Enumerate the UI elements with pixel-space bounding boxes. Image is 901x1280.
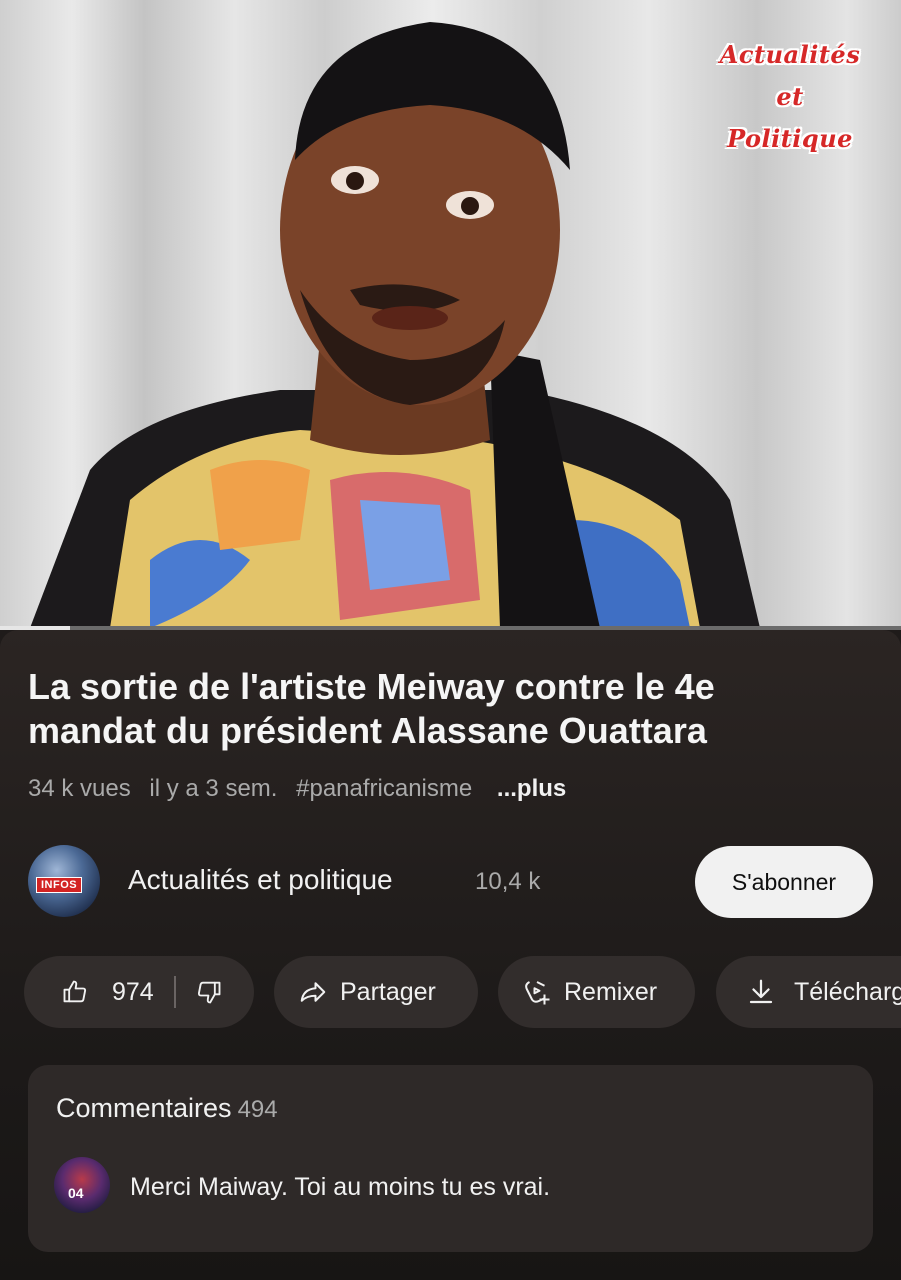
channel-name[interactable]: Actualités et politique — [128, 864, 393, 896]
download-button[interactable]: Télécharger — [716, 956, 901, 1028]
top-comment-text: Merci Maiway. Toi au moins tu es vrai. — [130, 1173, 551, 1201]
share-label: Partager — [340, 977, 436, 1006]
share-button[interactable]: Partager — [274, 956, 478, 1028]
commenter-avatar[interactable]: 04 — [54, 1157, 110, 1213]
channel-avatar[interactable]: INFOS — [28, 845, 100, 917]
watermark-line-3: Politique — [727, 124, 853, 153]
comments-header: Commentaires 494 — [56, 1093, 278, 1124]
channel-watermark: Actualités et Politique — [695, 34, 885, 160]
like-count[interactable]: 974 — [112, 978, 154, 1007]
video-title[interactable]: La sortie de l'artiste Meiway contre le … — [28, 665, 868, 753]
watermark-line-2: et — [776, 82, 804, 111]
remix-label: Remixer — [564, 977, 658, 1006]
more-link[interactable]: ...plus — [497, 775, 566, 802]
remix-icon — [522, 977, 552, 1007]
hashtag-link[interactable]: #panafricanisme — [296, 775, 472, 802]
video-metadata[interactable]: 34 k vues il y a 3 sem. #panafricanisme … — [28, 775, 578, 803]
comments-count: 494 — [237, 1096, 278, 1123]
view-count: 34 k vues — [28, 775, 131, 802]
thumbs-down-icon[interactable] — [194, 977, 224, 1007]
like-dislike-divider — [173, 976, 176, 1008]
like-dislike-chip: 974 — [24, 956, 254, 1028]
share-icon — [298, 977, 328, 1007]
video-player[interactable]: Actualités et Politique — [0, 0, 901, 628]
download-icon — [746, 977, 776, 1007]
subscriber-count: 10,4 k — [475, 868, 541, 895]
comments-card[interactable]: Commentaires 494 04 Merci Maiway. Toi au … — [28, 1065, 873, 1252]
remix-button[interactable]: Remixer — [498, 956, 695, 1028]
commenter-avatar-label: 04 — [68, 1185, 84, 1201]
download-label: Télécharger — [794, 977, 901, 1006]
watermark-line-1: Actualités — [719, 40, 861, 69]
subscribe-button[interactable]: S'abonner — [695, 846, 873, 918]
comments-title: Commentaires — [56, 1093, 232, 1123]
upload-age: il y a 3 sem. — [149, 775, 278, 802]
thumbs-up-icon[interactable] — [60, 977, 90, 1007]
avatar-tag: INFOS — [36, 877, 83, 893]
